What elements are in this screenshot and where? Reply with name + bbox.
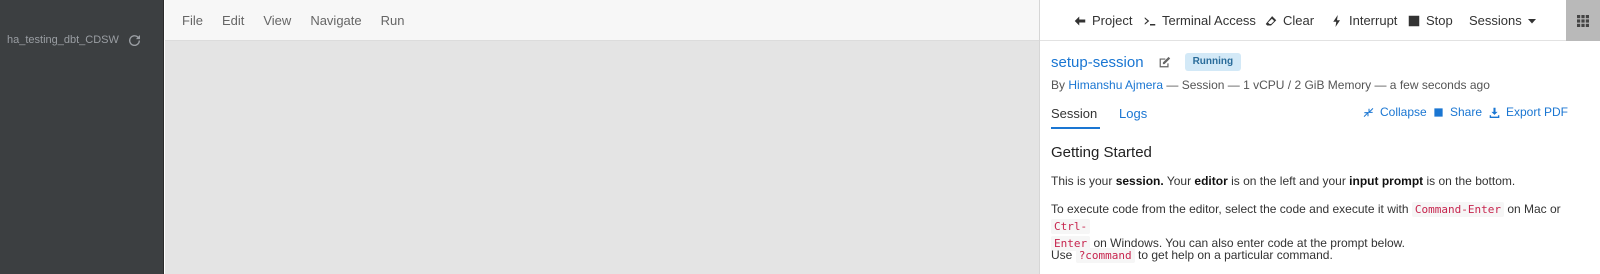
editor-menubar: File Edit View Navigate Run bbox=[165, 0, 1039, 41]
caret-down-icon bbox=[1527, 18, 1536, 23]
menu-navigate[interactable]: Navigate bbox=[310, 13, 361, 28]
session-title[interactable]: setup-session bbox=[1051, 54, 1144, 71]
text: is on the left and your bbox=[1227, 174, 1350, 188]
grid-icon bbox=[1577, 14, 1589, 27]
session-panel: Project Terminal Access Clear Interrupt … bbox=[1039, 0, 1600, 274]
share-icon bbox=[1434, 107, 1443, 117]
arrow-left-icon bbox=[1074, 16, 1086, 25]
sessions-dropdown[interactable]: Sessions bbox=[1469, 0, 1536, 41]
getting-started-heading: Getting Started bbox=[1051, 144, 1152, 161]
project-name[interactable]: ha_testing_dbt_CDSW bbox=[7, 34, 119, 46]
text: Use bbox=[1051, 248, 1076, 262]
text: This is your bbox=[1051, 174, 1116, 188]
text: is on the bottom. bbox=[1423, 174, 1516, 188]
menu-run[interactable]: Run bbox=[381, 13, 405, 28]
help-paragraph: Use ?command to get help on a particular… bbox=[1051, 247, 1591, 264]
app-grid-button[interactable] bbox=[1566, 0, 1600, 41]
session-title-row: setup-session Running bbox=[1051, 53, 1242, 71]
collapse-button[interactable]: Collapse bbox=[1363, 105, 1427, 119]
edit-icon[interactable] bbox=[1158, 56, 1171, 69]
text: To execute code from the editor, select … bbox=[1051, 202, 1412, 216]
session-toolbar: Project Terminal Access Clear Interrupt … bbox=[1040, 0, 1600, 41]
session-meta: By Himanshu Ajmera — Session — 1 vCPU / … bbox=[1051, 78, 1490, 92]
code-snippet: ?command bbox=[1075, 248, 1135, 263]
status-badge: Running bbox=[1184, 53, 1242, 71]
file-sidebar: ha_testing_dbt_CDSW bbox=[0, 0, 164, 274]
collapse-icon bbox=[1363, 107, 1374, 117]
text: on Mac or bbox=[1503, 202, 1561, 216]
collapse-label: Collapse bbox=[1380, 105, 1427, 119]
clear-button[interactable]: Clear bbox=[1265, 0, 1314, 41]
refresh-icon[interactable] bbox=[128, 34, 140, 46]
sessions-label: Sessions bbox=[1469, 13, 1522, 28]
stop-icon bbox=[1408, 15, 1420, 26]
meta-by: By bbox=[1051, 78, 1066, 92]
lightning-icon bbox=[1333, 14, 1340, 27]
share-label: Share bbox=[1450, 105, 1483, 119]
interrupt-label: Interrupt bbox=[1349, 13, 1398, 28]
interrupt-button[interactable]: Interrupt bbox=[1331, 0, 1397, 41]
bold-text: editor bbox=[1194, 174, 1228, 188]
bold-text: session. bbox=[1115, 174, 1164, 188]
menu-file[interactable]: File bbox=[182, 13, 203, 28]
bold-text: input prompt bbox=[1349, 174, 1424, 188]
project-row: ha_testing_dbt_CDSW bbox=[7, 34, 140, 46]
meta-details: — Session — 1 vCPU / 2 GiB Memory — a fe… bbox=[1166, 78, 1490, 92]
text: Your bbox=[1163, 174, 1195, 188]
stop-button[interactable]: Stop bbox=[1408, 0, 1453, 41]
execute-paragraph: To execute code from the editor, select … bbox=[1051, 201, 1581, 252]
editor-area[interactable]: File Edit View Navigate Run bbox=[165, 0, 1039, 274]
project-button-label: Project bbox=[1092, 13, 1133, 28]
download-icon bbox=[1489, 107, 1500, 118]
code-snippet: Command-Enter bbox=[1411, 202, 1504, 217]
stop-label: Stop bbox=[1426, 13, 1453, 28]
export-pdf-label: Export PDF bbox=[1506, 105, 1569, 119]
text: to get help on a particular command. bbox=[1134, 248, 1333, 262]
tab-logs[interactable]: Logs bbox=[1119, 106, 1147, 129]
tab-session[interactable]: Session bbox=[1051, 106, 1100, 129]
menu-view[interactable]: View bbox=[263, 13, 291, 28]
eraser-icon bbox=[1265, 15, 1277, 25]
terminal-access-label: Terminal Access bbox=[1162, 13, 1256, 28]
author-link[interactable]: Himanshu Ajmera bbox=[1068, 78, 1163, 92]
export-pdf-button[interactable]: Export PDF bbox=[1489, 105, 1568, 119]
code-snippet: Ctrl- bbox=[1051, 219, 1091, 234]
clear-label: Clear bbox=[1283, 13, 1315, 28]
project-button[interactable]: Project bbox=[1074, 0, 1132, 41]
terminal-access-button[interactable]: Terminal Access bbox=[1144, 0, 1256, 41]
share-button[interactable]: Share bbox=[1433, 105, 1482, 119]
menu-edit[interactable]: Edit bbox=[222, 13, 244, 28]
terminal-icon bbox=[1144, 16, 1156, 25]
intro-paragraph: This is your session. Your editor is on … bbox=[1051, 173, 1591, 190]
